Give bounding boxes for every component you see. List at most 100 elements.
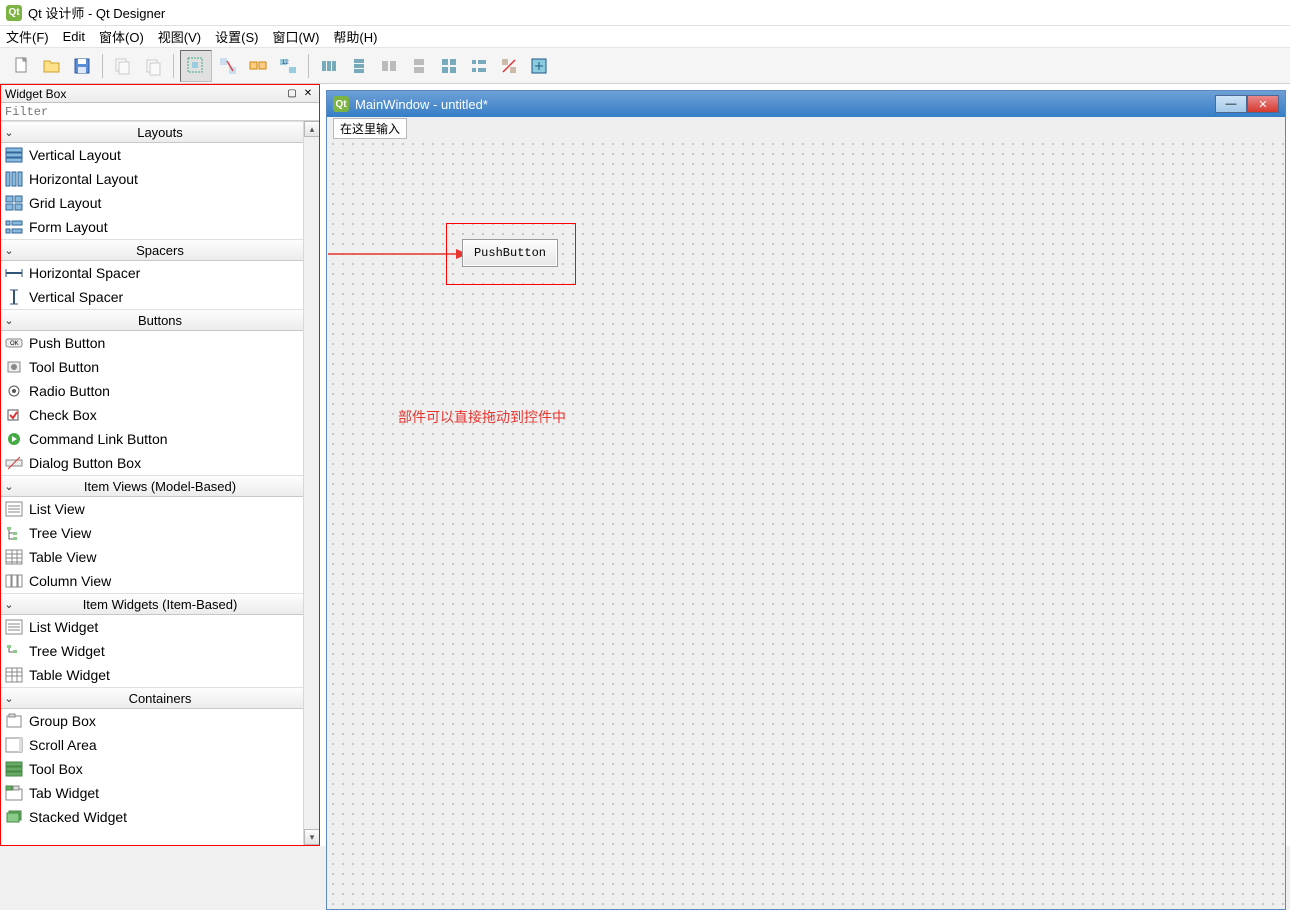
- widget-horizontal-layout[interactable]: Horizontal Layout: [1, 167, 319, 191]
- menu-form[interactable]: 窗体(O): [99, 27, 144, 46]
- widget-group-box[interactable]: Group Box: [1, 709, 319, 733]
- chevron-down-icon: ⌄: [1, 692, 17, 705]
- widget-check-box[interactable]: Check Box: [1, 403, 319, 427]
- widget-box-title: Widget Box: [5, 87, 66, 101]
- toolbar: 12: [0, 48, 1290, 84]
- new-file-icon: [12, 56, 32, 76]
- radio-icon: [5, 383, 23, 399]
- buttonbox-icon: [5, 455, 23, 471]
- window-close-button[interactable]: ✕: [1247, 95, 1279, 113]
- horizontal-layout-icon: [5, 171, 23, 187]
- category-buttons[interactable]: ⌄Buttons: [1, 309, 319, 331]
- widget-tool-button[interactable]: Tool Button: [1, 355, 319, 379]
- toolbar-new-button[interactable]: [8, 52, 36, 80]
- widget-table-view[interactable]: Table View: [1, 545, 319, 569]
- widget-column-view[interactable]: Column View: [1, 569, 319, 593]
- qt-logo-icon: Qt: [6, 5, 22, 21]
- widget-table-widget[interactable]: Table Widget: [1, 663, 319, 687]
- widget-tree-view[interactable]: Tree View: [1, 521, 319, 545]
- dock-float-button[interactable]: ▢: [285, 87, 299, 101]
- toolbar-layoutgrid-button[interactable]: [435, 52, 463, 80]
- dock-close-button[interactable]: ✕: [301, 87, 315, 101]
- menu-edit[interactable]: Edit: [63, 29, 85, 44]
- tableview-icon: [5, 549, 23, 565]
- category-spacers[interactable]: ⌄Spacers: [1, 239, 319, 261]
- scroll-down-button[interactable]: ▾: [304, 829, 319, 845]
- annotation-text: 部件可以直接拖动到控件中: [398, 407, 566, 427]
- menu-file[interactable]: 文件(F): [6, 27, 49, 46]
- pushbutton-icon: OK: [5, 335, 23, 351]
- widget-push-button[interactable]: OKPush Button: [1, 331, 319, 355]
- widget-list-widget[interactable]: List Widget: [1, 615, 319, 639]
- widget-tab-widget[interactable]: Tab Widget: [1, 781, 319, 805]
- widget-horizontal-spacer[interactable]: Horizontal Spacer: [1, 261, 319, 285]
- scroll-up-button[interactable]: ▴: [304, 121, 319, 137]
- qt-logo-icon: Qt: [333, 96, 349, 112]
- widget-box-header: Widget Box ▢ ✕: [1, 85, 319, 103]
- toolbar-adjustsize-button[interactable]: [525, 52, 553, 80]
- toolbar-edittabs-button[interactable]: 12: [274, 52, 302, 80]
- toolbar-layoutv-button[interactable]: [345, 52, 373, 80]
- menu-placeholder[interactable]: 在这里输入: [333, 118, 407, 139]
- form-layout-icon: [5, 219, 23, 235]
- widget-vertical-spacer[interactable]: Vertical Spacer: [1, 285, 319, 309]
- form-layout-icon: [469, 56, 489, 76]
- toolbar-editwidgets-button[interactable]: [182, 52, 210, 80]
- widget-tree-widget[interactable]: Tree Widget: [1, 639, 319, 663]
- toolbar-breaklayout-button[interactable]: [495, 52, 523, 80]
- category-containers[interactable]: ⌄Containers: [1, 687, 319, 709]
- menu-help[interactable]: 帮助(H): [333, 27, 377, 46]
- widget-stacked-widget[interactable]: Stacked Widget: [1, 805, 319, 829]
- widget-dialog-buttonbox[interactable]: Dialog Button Box: [1, 451, 319, 475]
- toolbar-editmode-group: [180, 50, 212, 82]
- menu-settings[interactable]: 设置(S): [215, 27, 258, 46]
- toolbar-separator: [308, 54, 309, 78]
- category-itemwidgets[interactable]: ⌄Item Widgets (Item-Based): [1, 593, 319, 615]
- window-minimize-button[interactable]: —: [1215, 95, 1247, 113]
- copy-icon: [113, 56, 133, 76]
- widget-tool-box[interactable]: Tool Box: [1, 757, 319, 781]
- toolbar-copy-button[interactable]: [109, 52, 137, 80]
- widget-form-layout[interactable]: Form Layout: [1, 215, 319, 239]
- split-vertical-icon: [409, 56, 429, 76]
- menu-bar: 文件(F) Edit 窗体(O) 视图(V) 设置(S) 窗口(W) 帮助(H): [0, 26, 1290, 48]
- widget-tree[interactable]: ⌄ Layouts Vertical Layout Horizontal Lay…: [1, 121, 319, 845]
- design-canvas[interactable]: PushButton 部件可以直接拖动到控件中: [328, 139, 1284, 908]
- grid-icon: [439, 56, 459, 76]
- category-layouts[interactable]: ⌄ Layouts: [1, 121, 319, 143]
- grid-layout-icon: [5, 195, 23, 211]
- toolbar-paste-button[interactable]: [139, 52, 167, 80]
- widget-scroll-area[interactable]: Scroll Area: [1, 733, 319, 757]
- design-window-titlebar[interactable]: Qt MainWindow - untitled* — ✕: [327, 91, 1285, 117]
- vspacer-icon: [5, 289, 23, 305]
- widget-grid-layout[interactable]: Grid Layout: [1, 191, 319, 215]
- toolbar-layoutsplitv-button[interactable]: [405, 52, 433, 80]
- toolbar-editsignals-button[interactable]: [214, 52, 242, 80]
- toolbar-open-button[interactable]: [38, 52, 66, 80]
- toolbar-separator: [173, 54, 174, 78]
- widget-box-panel: Widget Box ▢ ✕ ⌄ Layouts Vertical Layout…: [0, 84, 320, 846]
- widget-list-view[interactable]: List View: [1, 497, 319, 521]
- widget-filter-input[interactable]: [1, 103, 319, 121]
- widget-box-scrollbar[interactable]: ▴ ▾: [303, 121, 319, 845]
- svg-text:OK: OK: [10, 341, 19, 347]
- break-layout-icon: [499, 56, 519, 76]
- app-title: Qt 设计师 - Qt Designer: [28, 3, 165, 22]
- stackedwidget-icon: [5, 809, 23, 825]
- widget-command-link[interactable]: Command Link Button: [1, 427, 319, 451]
- canvas-push-button[interactable]: PushButton: [462, 239, 558, 267]
- design-window[interactable]: Qt MainWindow - untitled* — ✕ 在这里输入 Push…: [326, 90, 1286, 910]
- category-itemviews[interactable]: ⌄Item Views (Model-Based): [1, 475, 319, 497]
- toolbar-layoutform-button[interactable]: [465, 52, 493, 80]
- toolbar-layouth-button[interactable]: [315, 52, 343, 80]
- toolbar-layoutsplith-button[interactable]: [375, 52, 403, 80]
- split-horizontal-icon: [379, 56, 399, 76]
- widget-vertical-layout[interactable]: Vertical Layout: [1, 143, 319, 167]
- toolbar-save-button[interactable]: [68, 52, 96, 80]
- menu-view[interactable]: 视图(V): [158, 27, 201, 46]
- toolbar-editbuddies-button[interactable]: [244, 52, 272, 80]
- widget-radio-button[interactable]: Radio Button: [1, 379, 319, 403]
- tablewidget-icon: [5, 667, 23, 683]
- chevron-down-icon: ⌄: [1, 314, 17, 327]
- menu-window[interactable]: 窗口(W): [272, 27, 319, 46]
